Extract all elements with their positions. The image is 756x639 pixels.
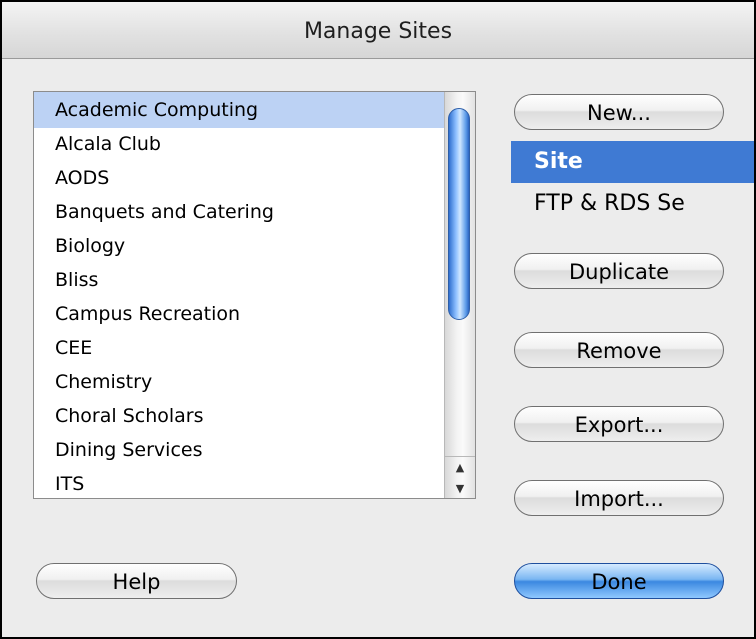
list-item[interactable]: Choral Scholars — [34, 398, 444, 434]
list-item[interactable]: Dining Services — [34, 432, 444, 468]
list-item[interactable]: ITS — [34, 466, 444, 498]
manage-sites-dialog: Manage Sites Academic Computing Alcala C… — [0, 0, 756, 639]
list-item[interactable]: Biology — [34, 228, 444, 264]
sites-list[interactable]: Academic Computing Alcala Club AODS Banq… — [33, 91, 476, 499]
export-button[interactable]: Export... — [514, 406, 724, 442]
list-item[interactable]: AODS — [34, 160, 444, 196]
list-item[interactable]: Banquets and Catering — [34, 194, 444, 230]
help-button[interactable]: Help — [36, 563, 237, 599]
scroll-down-arrow-icon[interactable]: ▼ — [445, 478, 475, 498]
list-scrollbar[interactable]: ▲ ▼ — [444, 92, 475, 498]
menu-item-site[interactable]: Site — [511, 141, 754, 183]
remove-button[interactable]: Remove — [514, 332, 724, 368]
list-item[interactable]: CEE — [34, 330, 444, 366]
list-item[interactable]: Alcala Club — [34, 126, 444, 162]
new-dropdown-menu: Site FTP & RDS Se — [511, 141, 754, 225]
list-item[interactable]: Campus Recreation — [34, 296, 444, 332]
list-item[interactable]: Chemistry — [34, 364, 444, 400]
list-item[interactable]: Academic Computing — [34, 92, 444, 128]
done-button[interactable]: Done — [514, 563, 724, 599]
scrollbar-thumb[interactable] — [448, 108, 470, 320]
list-item[interactable]: Bliss — [34, 262, 444, 298]
new-button[interactable]: New... — [514, 94, 724, 130]
dialog-title: Manage Sites — [2, 2, 754, 59]
duplicate-button[interactable]: Duplicate — [514, 253, 724, 289]
import-button[interactable]: Import... — [514, 480, 724, 516]
scroll-up-arrow-icon[interactable]: ▲ — [445, 456, 475, 479]
menu-item-ftp-rds-server[interactable]: FTP & RDS Se — [511, 183, 754, 225]
